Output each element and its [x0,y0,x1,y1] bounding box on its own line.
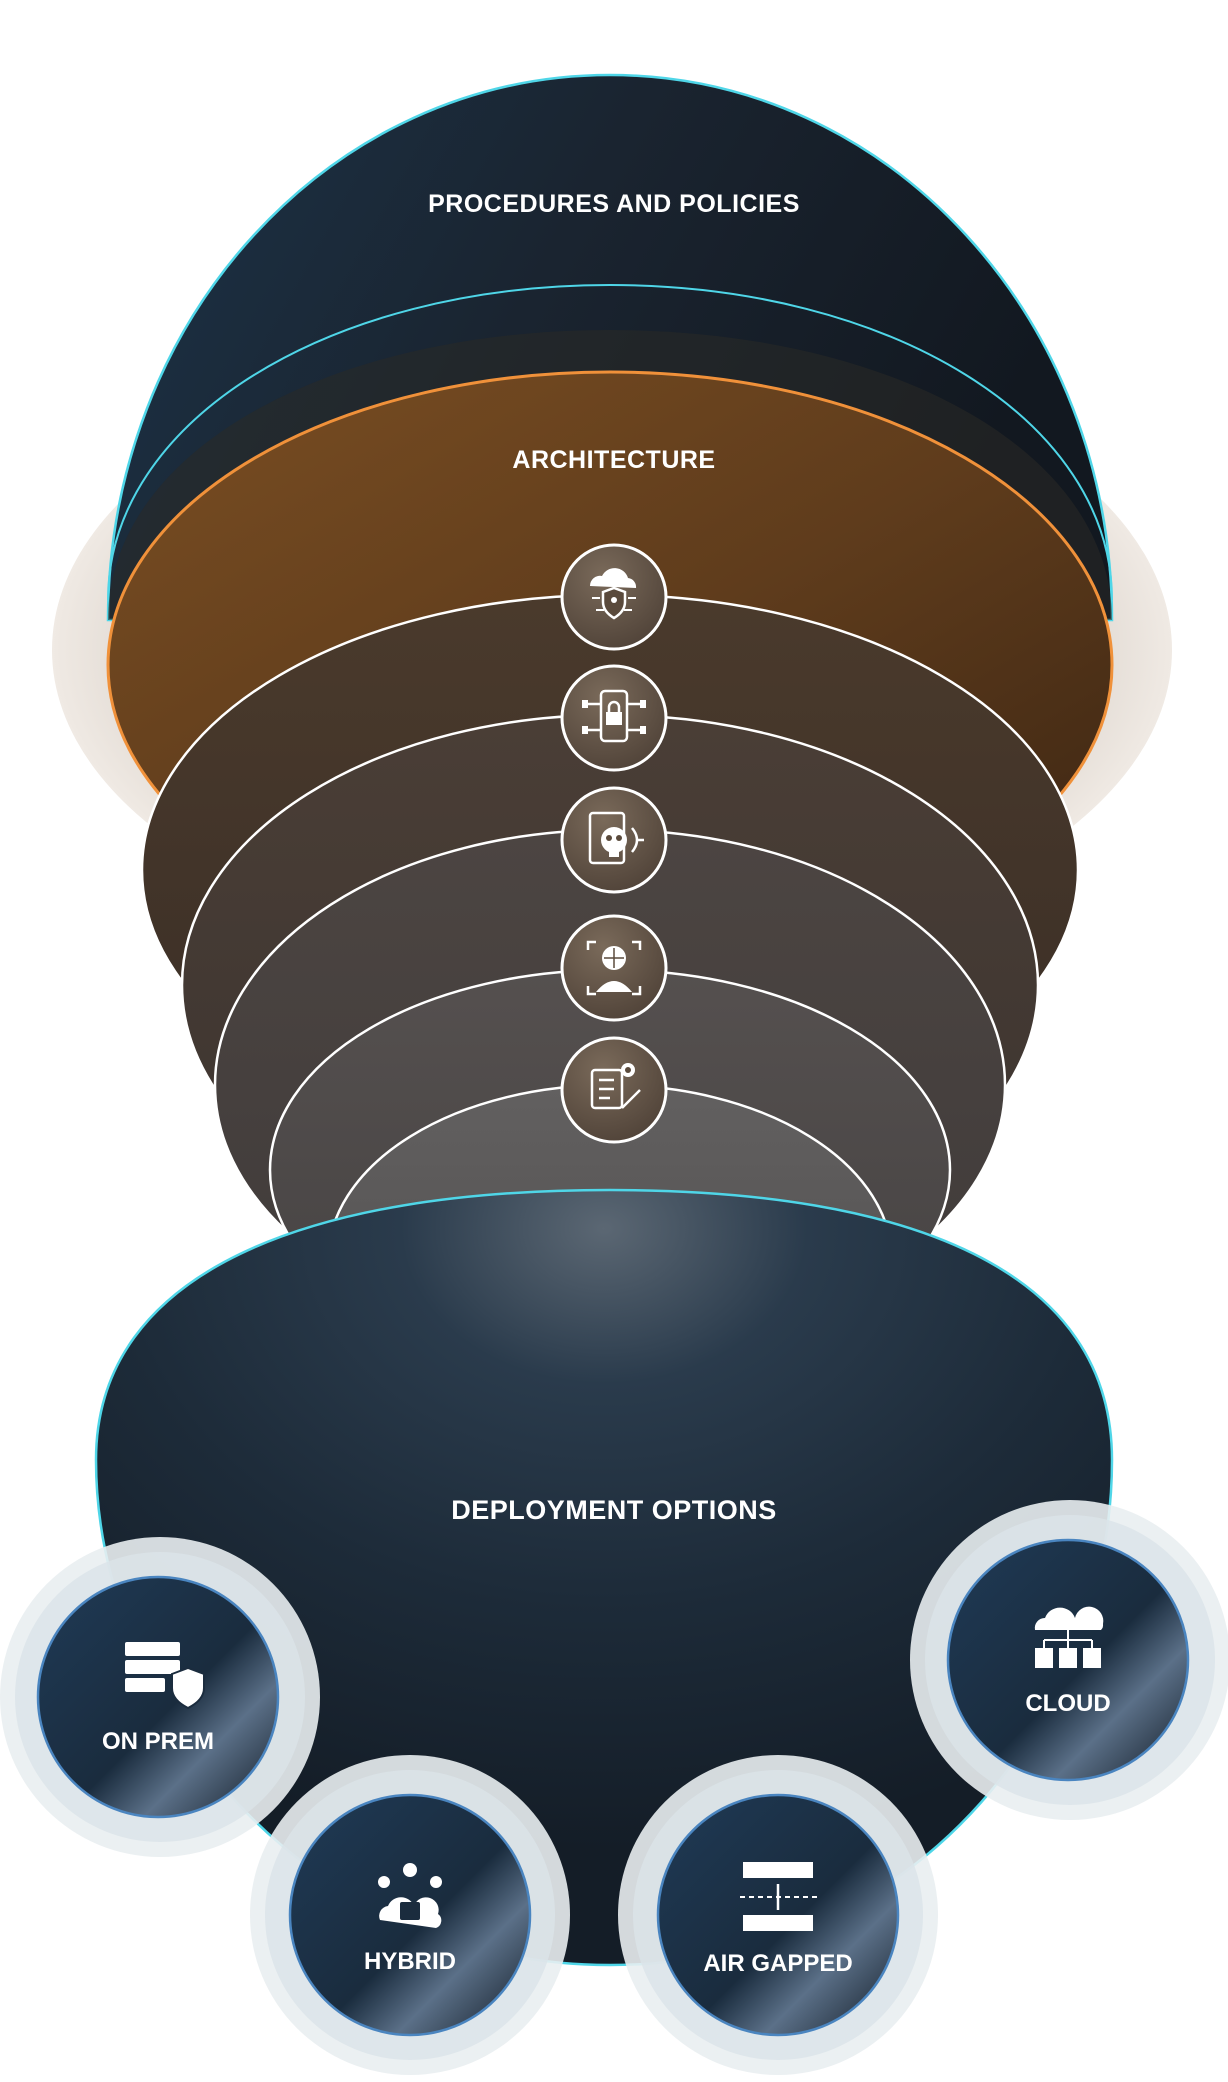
cloud-label: CLOUD [1025,1690,1111,1717]
ring-icon-3 [560,786,668,894]
air-gap-transfer-icon [740,1862,818,1931]
security-layers-diagram [0,73,1228,2075]
option-air-gapped[interactable] [618,1755,938,2075]
ring-icon-1 [560,543,668,651]
architecture-label: ARCHITECTURE [512,446,716,474]
ring-icon-4 [560,914,668,1022]
hybrid-label: HYBRID [363,1948,457,1975]
deployment-title: DEPLOYMENT OPTIONS [451,1495,777,1525]
ring-icon-5 [560,1036,668,1144]
air-gapped-label: AIR GAPPED [703,1950,853,1977]
procedures-label: PROCEDURES AND POLICIES [428,190,800,218]
ring-icon-2 [560,664,668,772]
option-hybrid[interactable] [250,1755,570,2075]
option-cloud[interactable] [910,1500,1228,1820]
option-on-prem[interactable] [0,1537,320,1857]
on-prem-label: ON PREM [101,1728,215,1755]
